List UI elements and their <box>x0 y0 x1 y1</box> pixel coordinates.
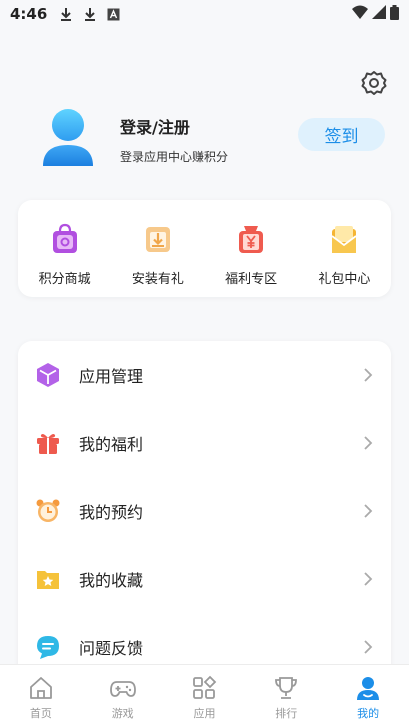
tab-label: 首页 <box>29 707 52 720</box>
checkin-button[interactable]: 签到 <box>298 118 385 151</box>
gift-envelope-icon <box>331 226 357 253</box>
quick-action-install-gift[interactable]: 安装有礼 <box>111 200 204 297</box>
chevron-right-icon <box>364 640 373 654</box>
quick-action-label: 积分商城 <box>38 272 91 287</box>
download-icon <box>59 7 73 21</box>
avatar[interactable] <box>40 108 96 168</box>
tab-label: 排行 <box>275 707 298 720</box>
menu-list-card: 应用管理 我的福利 我的预约 我的收藏 问题反馈 <box>18 341 391 681</box>
menu-item-label: 我的预约 <box>79 503 144 522</box>
quick-actions-card: 积分商城 安装有礼 福利专区 礼包中心 <box>18 200 391 297</box>
tab-mine[interactable]: 我的 <box>327 665 409 728</box>
chevron-right-icon <box>364 368 373 382</box>
tab-apps[interactable]: 应用 <box>164 665 246 728</box>
person-icon <box>357 677 380 700</box>
tab-label: 游戏 <box>111 707 134 720</box>
menu-item-label: 我的收藏 <box>79 571 144 590</box>
menu-item-label: 问题反馈 <box>79 639 144 658</box>
quick-action-welfare-zone[interactable]: 福利专区 <box>205 200 298 297</box>
quick-action-label: 礼包中心 <box>318 272 371 287</box>
quick-action-points-mall[interactable]: 积分商城 <box>18 200 111 297</box>
menu-item-my-welfare[interactable]: 我的福利 <box>18 409 391 477</box>
login-register-link[interactable]: 登录/注册 <box>120 114 190 138</box>
settings-gear-icon[interactable] <box>361 70 387 96</box>
signal-icon <box>372 5 386 23</box>
chevron-right-icon <box>364 504 373 518</box>
menu-item-label: 我的福利 <box>79 435 144 454</box>
gamepad-icon <box>109 681 136 697</box>
font-icon <box>107 8 120 21</box>
wifi-icon <box>352 5 368 23</box>
quick-action-label: 安装有礼 <box>131 272 184 287</box>
tab-games[interactable]: 游戏 <box>82 665 164 728</box>
menu-item-label: 应用管理 <box>79 367 144 386</box>
status-time: 4:46 <box>10 5 48 23</box>
menu-item-my-favorites[interactable]: 我的收藏 <box>18 545 391 613</box>
tab-label: 我的 <box>357 707 380 720</box>
star-folder-icon <box>37 571 59 589</box>
apps-grid-icon <box>193 675 217 699</box>
tab-label: 应用 <box>193 707 216 720</box>
battery-icon <box>390 4 399 24</box>
chevron-right-icon <box>364 572 373 586</box>
tab-home[interactable]: 首页 <box>0 665 82 728</box>
tab-rankings[interactable]: 排行 <box>245 665 327 728</box>
menu-item-my-reservations[interactable]: 我的预约 <box>18 477 391 545</box>
chevron-right-icon <box>364 436 373 450</box>
gift-icon <box>37 434 59 454</box>
chat-bubble-icon <box>37 636 59 659</box>
menu-item-app-management[interactable]: 应用管理 <box>18 341 391 409</box>
download-icon <box>83 7 97 21</box>
profile-header: 登录/注册 登录应用中心赚积分 签到 <box>40 108 385 172</box>
yen-bag-icon <box>239 226 264 253</box>
cube-icon <box>37 363 59 387</box>
bottom-tab-bar: 首页 游戏 应用 排行 我的 <box>0 664 409 728</box>
status-bar: 4:46 <box>0 0 409 28</box>
alarm-clock-icon <box>36 499 60 522</box>
quick-action-gift-center[interactable]: 礼包中心 <box>298 200 391 297</box>
home-icon <box>29 677 52 699</box>
quick-action-label: 福利专区 <box>225 272 278 287</box>
shopping-bag-icon <box>52 223 77 253</box>
login-hint: 登录应用中心赚积分 <box>120 150 229 164</box>
install-gift-icon <box>145 227 170 252</box>
trophy-icon <box>275 677 298 699</box>
